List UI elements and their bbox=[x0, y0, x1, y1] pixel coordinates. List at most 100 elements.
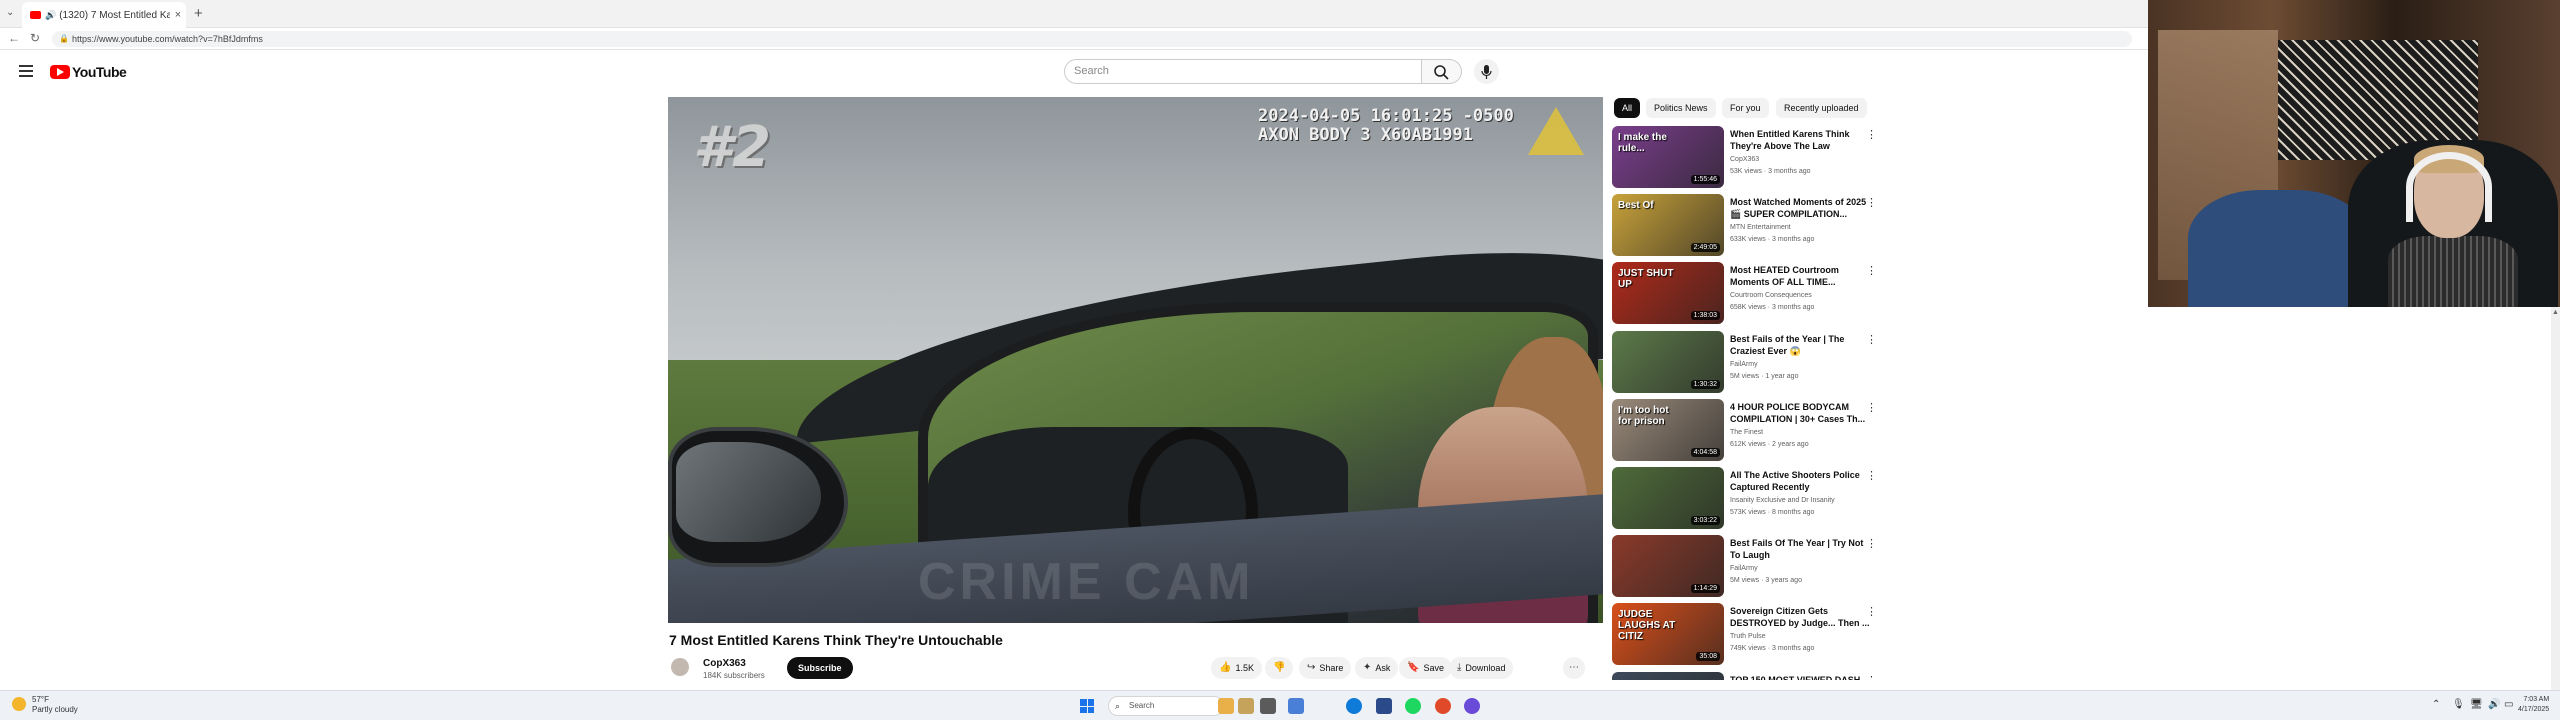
recommendation-channel[interactable]: Truth Pulse bbox=[1730, 633, 1766, 640]
file-explorer-app-icon[interactable] bbox=[1238, 698, 1254, 714]
recommendation-thumbnail[interactable]: 3:03:22 bbox=[1612, 467, 1724, 529]
subscribe-button[interactable]: Subscribe bbox=[787, 657, 853, 679]
recommendation-title[interactable]: When Entitled Karens Think They're Above… bbox=[1730, 128, 1870, 152]
recommendation-thumbnail[interactable]: I make the rule... 1:55:46 bbox=[1612, 126, 1724, 188]
recommendation-channel[interactable]: MTN Entertainment bbox=[1730, 224, 1791, 231]
recommendation-channel[interactable]: Insanity Exclusive and Dr Insanity bbox=[1730, 497, 1835, 504]
recommendation-channel[interactable]: Courtroom Consequences bbox=[1730, 292, 1812, 299]
recommendation-item[interactable]: 1:30:32 Best Fails of the Year | The Craz… bbox=[1612, 330, 1877, 397]
thumbnail-caption: Best Of bbox=[1618, 200, 1654, 212]
share-button[interactable]: ↪ Share bbox=[1299, 657, 1352, 679]
recommendation-title[interactable]: Sovereign Citizen Gets DESTROYED by Judg… bbox=[1730, 605, 1870, 629]
recommendation-title[interactable]: TOP 150 MOST VIEWED DASH bbox=[1730, 674, 1870, 680]
more-vertical-icon[interactable]: ⋮ bbox=[1866, 469, 1877, 482]
scroll-up-icon[interactable]: ▲ bbox=[2552, 309, 2559, 316]
task-view-app-icon[interactable] bbox=[1260, 698, 1276, 714]
video-duration-badge: 1:38:03 bbox=[1690, 311, 1720, 321]
recommendation-thumbnail[interactable]: JUDGE LAUGHS AT CITIZ 35:08 bbox=[1612, 603, 1724, 666]
tray-expand-icon[interactable]: ⌃ bbox=[2432, 699, 2440, 710]
recommendation-channel[interactable]: The Finest bbox=[1730, 429, 1763, 436]
recommendation-thumbnail[interactable]: JUST SHUT UP 1:38:03 bbox=[1612, 262, 1724, 325]
more-vertical-icon[interactable]: ⋮ bbox=[1866, 401, 1877, 414]
recommendation-title[interactable]: Most Watched Moments of 2025 🎬 SUPER COM… bbox=[1730, 196, 1870, 220]
new-tab-icon[interactable]: + bbox=[194, 5, 203, 22]
filter-chip-recently-uploaded[interactable]: Recently uploaded bbox=[1776, 98, 1867, 118]
recommendation-title[interactable]: Most HEATED Courtroom Moments OF ALL TIM… bbox=[1730, 264, 1870, 288]
video-player[interactable]: #2 2024-04-05 16:01:25 -0500 AXON BODY 3… bbox=[668, 97, 1603, 623]
tab-list-chevron-icon[interactable]: ⌄ bbox=[6, 7, 14, 18]
files-app-icon[interactable] bbox=[1288, 698, 1304, 714]
more-vertical-icon[interactable]: ⋮ bbox=[1866, 537, 1877, 550]
speaker-icon[interactable]: 🔊 bbox=[45, 10, 56, 21]
discord-app-icon[interactable] bbox=[1464, 698, 1480, 714]
more-vertical-icon[interactable]: ⋮ bbox=[1866, 605, 1877, 618]
browser-tab-active[interactable]: 🔊 (1320) 7 Most Entitled Karens × bbox=[22, 2, 186, 28]
volume-tray-icon[interactable]: 🔊 bbox=[2488, 699, 2500, 710]
more-actions-button[interactable]: ⋯ bbox=[1563, 657, 1585, 679]
recommendation-item[interactable]: 1:14:29 Best Fails Of The Year | Try Not … bbox=[1612, 535, 1877, 601]
recommendation-meta: 749K views · 3 months ago bbox=[1730, 645, 1815, 653]
recommendation-item[interactable]: JUST SHUT UP 1:38:03 Most HEATED Courtroom… bbox=[1612, 262, 1877, 328]
recommendation-thumbnail[interactable]: 1:14:29 bbox=[1612, 535, 1724, 598]
close-tab-icon[interactable]: × bbox=[170, 9, 186, 21]
search-button[interactable] bbox=[1422, 59, 1462, 84]
widgets-app-icon[interactable] bbox=[1218, 698, 1234, 714]
more-vertical-icon[interactable]: ⋮ bbox=[1866, 333, 1877, 346]
channel-row: CopX363 184K subscribers Subscribe 👍 1.5… bbox=[669, 655, 1604, 685]
recommendation-item[interactable]: JUDGE LAUGHS AT CITIZ 35:08 Sovereign Citi… bbox=[1612, 603, 1877, 669]
recommendation-thumbnail[interactable]: Best Of 2:49:05 bbox=[1612, 194, 1724, 257]
filter-chip-for-you[interactable]: For you bbox=[1722, 98, 1769, 118]
recommendation-item[interactable]: Best Of 2:49:05 Most Watched Moments of 20… bbox=[1612, 194, 1877, 260]
more-vertical-icon[interactable]: ⋮ bbox=[1866, 128, 1877, 141]
recommendation-meta: 53K views · 3 months ago bbox=[1730, 168, 1811, 175]
reload-icon[interactable]: ↻ bbox=[30, 31, 40, 45]
url-field[interactable]: 🔒 https://www.youtube.com/watch?v=7hBfJd… bbox=[52, 31, 2132, 47]
save-button[interactable]: 🔖 Save bbox=[1399, 657, 1452, 679]
like-button[interactable]: 👍 1.5K bbox=[1211, 657, 1262, 679]
windows-start-icon[interactable] bbox=[1080, 699, 1094, 713]
more-vertical-icon[interactable]: ⋮ bbox=[1866, 264, 1877, 277]
recommendation-title[interactable]: Best Fails Of The Year | Try Not To Laug… bbox=[1730, 537, 1870, 561]
taskbar-clock[interactable]: 7:03 AM 4/17/2025 bbox=[2518, 695, 2549, 715]
dislike-button[interactable]: 👎 bbox=[1265, 657, 1294, 679]
edge-browser-icon[interactable] bbox=[1346, 698, 1362, 714]
recommendation-channel[interactable]: CopX363 bbox=[1730, 156, 1759, 163]
more-vertical-icon[interactable]: ⋮ bbox=[1866, 674, 1872, 680]
recommendation-title[interactable]: Best Fails of the Year | The Craziest Ev… bbox=[1730, 333, 1870, 357]
voice-search-button[interactable] bbox=[1474, 59, 1499, 84]
filter-chip-politics-news[interactable]: Politics News bbox=[1646, 98, 1716, 118]
hamburger-menu-icon[interactable] bbox=[19, 65, 33, 77]
filter-chip-all[interactable]: All bbox=[1614, 98, 1641, 118]
taskbar-search-box[interactable]: ⌕ Search bbox=[1108, 696, 1224, 716]
recommendation-channel[interactable]: FailArmy bbox=[1730, 565, 1758, 572]
recommendation-title[interactable]: 4 HOUR POLICE BODYCAM COMPILATION | 30+ … bbox=[1730, 401, 1870, 425]
recommendation-item[interactable]: 3:03:22 All The Active Shooters Police Ca… bbox=[1612, 467, 1877, 533]
recommendation-item[interactable]: I'm too hot for prison 4:04:58 4 HOUR POLI… bbox=[1612, 398, 1877, 465]
chrome-app-icon[interactable] bbox=[1435, 698, 1451, 714]
recommendation-item[interactable]: I make the rule... 1:55:46 When Entitled K… bbox=[1612, 126, 1877, 192]
channel-avatar[interactable] bbox=[671, 658, 689, 676]
video-duration-badge: 2:49:05 bbox=[1690, 243, 1720, 253]
recommendation-thumbnail[interactable] bbox=[1612, 671, 1724, 680]
recommendation-thumbnail[interactable]: 1:30:32 bbox=[1612, 330, 1724, 393]
ask-button[interactable]: ✦ Ask bbox=[1355, 657, 1399, 679]
recommendation-title[interactable]: All The Active Shooters Police Captured … bbox=[1730, 469, 1870, 493]
lock-icon: 🔒 bbox=[59, 34, 69, 43]
calculator-app-icon[interactable] bbox=[1376, 698, 1392, 714]
network-tray-icon[interactable]: 🖥 bbox=[2470, 699, 2483, 710]
download-button[interactable]: ⤓ Download bbox=[1449, 657, 1514, 679]
spotify-app-icon[interactable] bbox=[1405, 698, 1421, 714]
recommendation-thumbnail[interactable]: I'm too hot for prison 4:04:58 bbox=[1612, 398, 1724, 461]
channel-name[interactable]: CopX363 bbox=[703, 658, 746, 669]
recommendation-channel[interactable]: FailArmy bbox=[1730, 361, 1758, 368]
search-input[interactable]: Search bbox=[1064, 59, 1422, 84]
battery-tray-icon[interactable]: ▭ bbox=[2504, 699, 2513, 710]
more-vertical-icon[interactable]: ⋮ bbox=[1866, 196, 1877, 209]
page-scrollbar[interactable]: ▲ ▼ bbox=[2551, 307, 2560, 700]
back-icon[interactable]: ← bbox=[8, 31, 20, 45]
recommendation-item[interactable]: TOP 150 MOST VIEWED DASH⋮ bbox=[1612, 671, 1872, 680]
youtube-logo[interactable]: YouTube bbox=[50, 64, 127, 80]
weather-widget[interactable]: 57°F Partly cloudy bbox=[12, 695, 78, 715]
mic-tray-icon[interactable]: 🎙 bbox=[2452, 699, 2465, 710]
windows-taskbar: 57°F Partly cloudy ⌕ Search ⌃ 🎙 🖥 🔊 ▭ 7:… bbox=[0, 690, 2560, 720]
